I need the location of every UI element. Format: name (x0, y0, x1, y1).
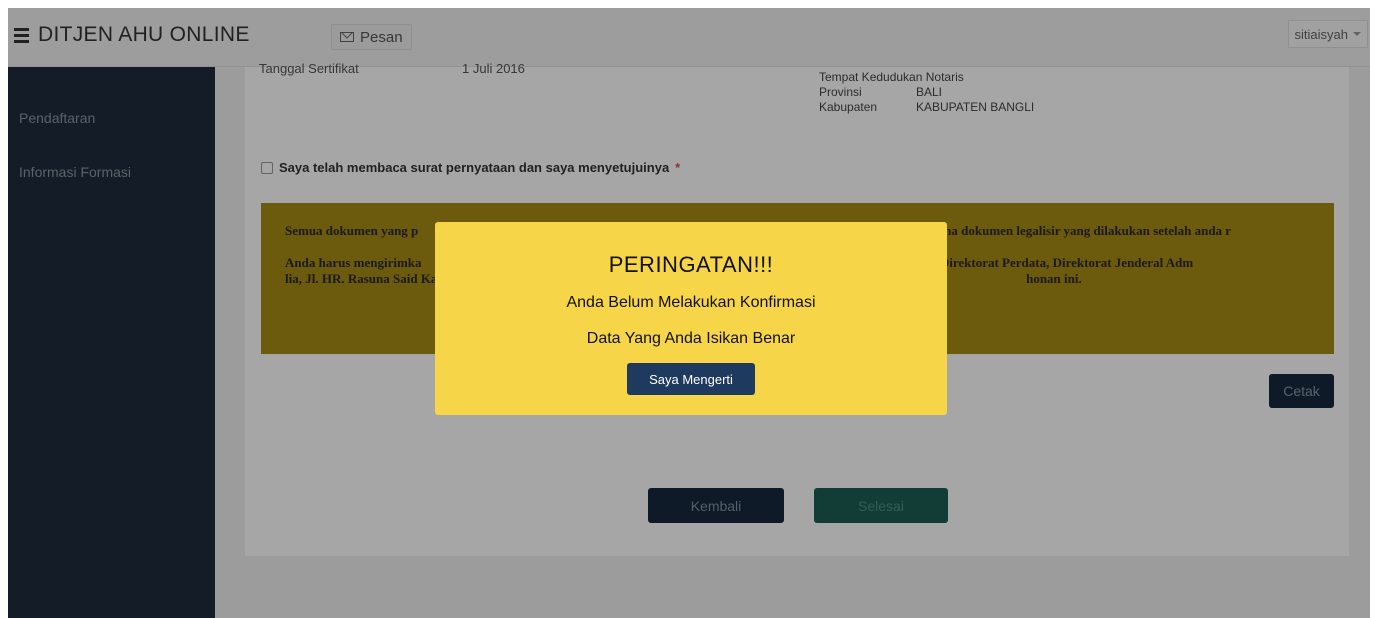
warning-modal: PERINGATAN!!! Anda Belum Melakukan Konfi… (435, 222, 947, 415)
app-frame: DITJEN AHU ONLINE Pesan sitiaisyah Penda… (8, 8, 1370, 618)
modal-title: PERINGATAN!!! (608, 252, 774, 277)
modal-message-line-2: Data Yang Anda Isikan Benar (586, 330, 796, 347)
saya-mengerti-button[interactable]: Saya Mengerti (627, 363, 755, 395)
modal-message-line-1: Anda Belum Melakukan Konfirmasi (566, 294, 816, 311)
